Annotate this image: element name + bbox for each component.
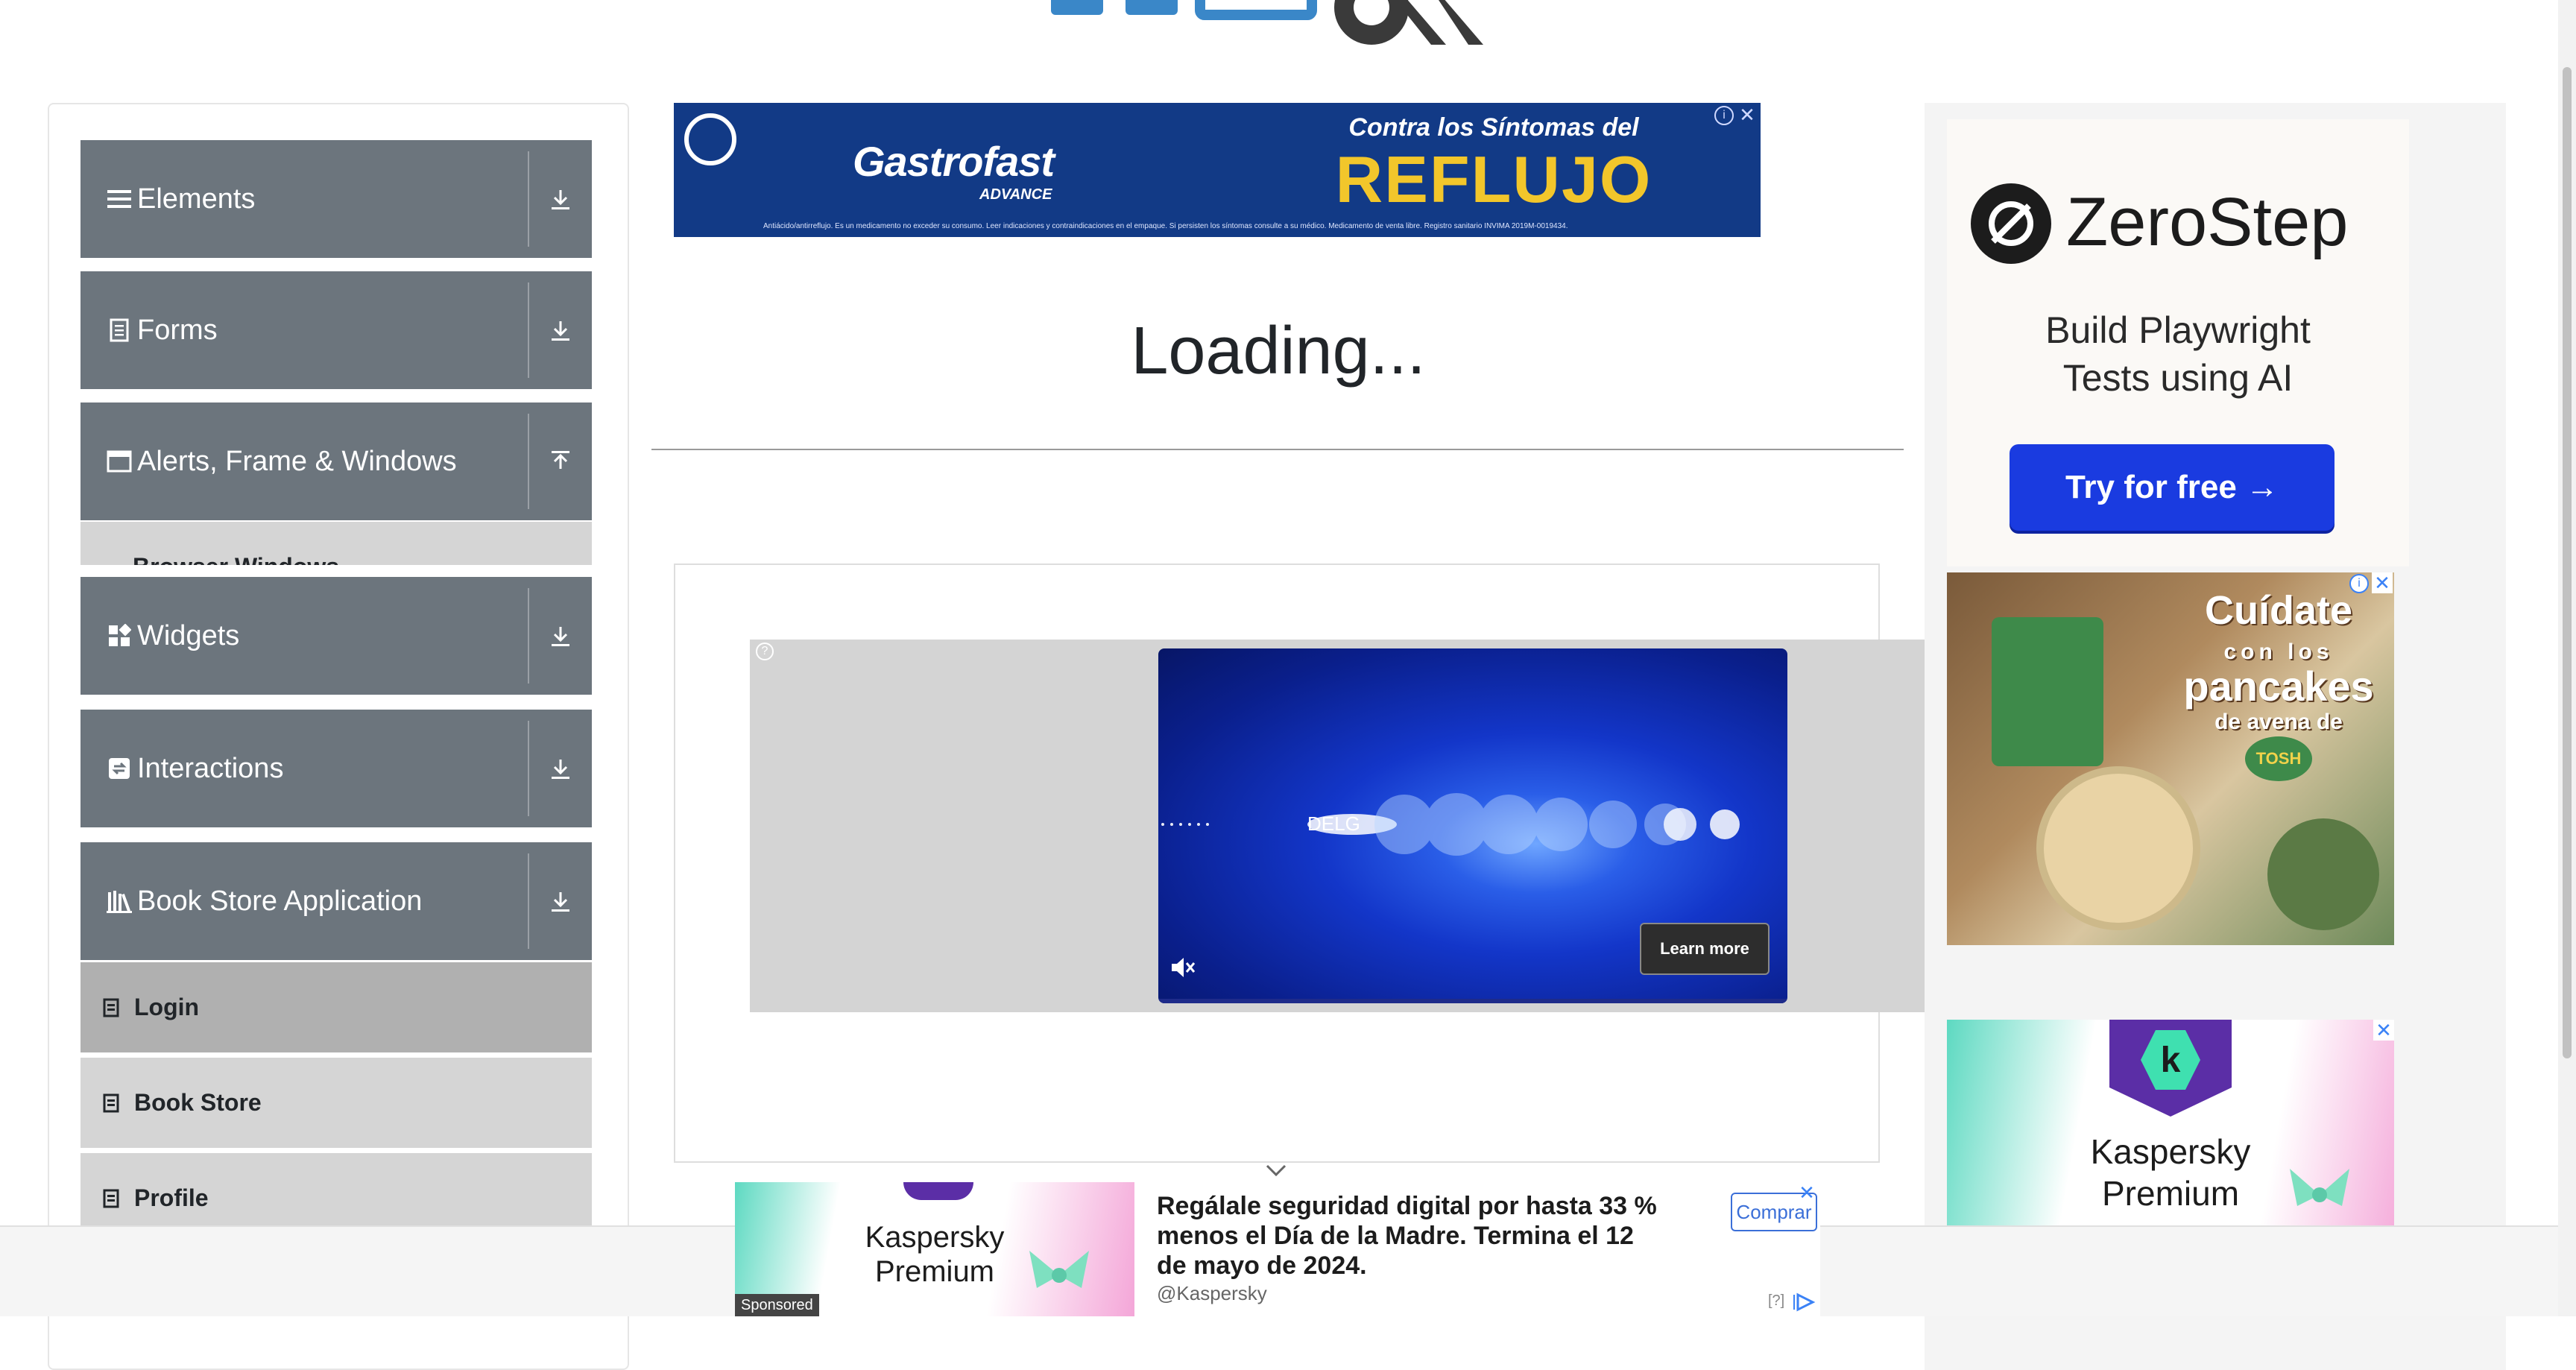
book-icon (103, 1093, 122, 1113)
zerostep-tagline-line2: Tests using AI (2062, 357, 2294, 399)
tosh-brand-badge: TOSH (2245, 736, 2312, 781)
sidebar-group-interactions[interactable]: Interactions (80, 710, 592, 827)
download-arrow-icon[interactable] (529, 624, 592, 648)
download-arrow-icon[interactable] (529, 187, 592, 211)
sidebar-group-label: Interactions (137, 752, 284, 784)
banner-brand-sub: ADVANCE (979, 186, 1052, 203)
hamburger-icon (106, 186, 133, 212)
sidebar-group-elements[interactable]: Elements (80, 140, 592, 258)
sidebar-item-label: Browser Windows (133, 553, 339, 565)
ad-info-icon[interactable]: i (1714, 106, 1734, 125)
document-icon (106, 317, 133, 344)
pancake-plate-image (2036, 766, 2200, 930)
window-icon (106, 448, 133, 475)
banner-headline-top: Contra los Síntomas del (1348, 113, 1639, 142)
sponsored-label: Sponsored (735, 1294, 819, 1316)
zerostep-tagline-line1: Build Playwright (2045, 309, 2311, 351)
book-icon (103, 1189, 122, 1208)
site-logo[interactable] (1051, 0, 1528, 54)
ad-close-icon[interactable]: ✕ (2373, 1020, 2394, 1041)
kaspersky-logo-icon (903, 1182, 973, 1200)
sidebar-item-label: Login (134, 994, 200, 1020)
gift-bow-icon (1018, 1242, 1100, 1309)
book-icon (103, 998, 122, 1017)
sidebar-group-label: Elements (137, 183, 256, 215)
download-arrow-icon[interactable] (529, 318, 592, 342)
banner-brand: Gastrofast (853, 138, 1055, 185)
sidebar-group-label: Forms (137, 314, 218, 346)
sidebar-group-label: Book Store Application (137, 885, 423, 917)
ad-info-icon[interactable]: i (2349, 574, 2369, 593)
interactions-icon (106, 755, 133, 782)
bottom-ad-handle: @Kaspersky (1157, 1282, 1267, 1304)
tosh-line1: Cuídate (2204, 588, 2353, 633)
tosh-line4: de avena de (2214, 710, 2343, 734)
kaspersky-bottom-ad[interactable]: Kaspersky Premium Sponsored Regálale seg… (735, 1182, 1820, 1316)
sidebar-item-book-store[interactable]: Book Store (80, 1055, 592, 1148)
scrollbar-thumb[interactable] (2563, 67, 2572, 1058)
sidebar-item-browser-windows[interactable]: Browser Windows (80, 522, 592, 565)
sidebar-group-label: Widgets (137, 619, 240, 651)
mute-icon[interactable] (1169, 954, 1196, 985)
ad-close-icon[interactable]: ✕ (1796, 1182, 1817, 1203)
banner-ad[interactable]: Gastrofast ADVANCE Contra los Síntomas d… (674, 103, 1761, 237)
bottom-ad-headline: Regálale seguridad digital por hasta 33 … (1157, 1192, 1657, 1280)
upload-arrow-icon[interactable] (529, 449, 592, 473)
tosh-pancake-ad[interactable]: Cuídate con los pancakes de avena de TOS… (1947, 572, 2394, 945)
adchoices-icon[interactable] (1793, 1292, 1816, 1312)
learn-more-button[interactable]: Learn more (1640, 923, 1770, 975)
sidebar-item-label: Profile (134, 1184, 209, 1211)
sidebar-group-book-store-application[interactable]: Book Store Application (80, 842, 592, 960)
video-progress-bar[interactable] (1158, 999, 1787, 1003)
tosh-line2: con los (2223, 640, 2334, 664)
books-icon (106, 888, 133, 915)
collapse-chevron-icon[interactable] (1263, 1158, 1289, 1181)
banner-fine-print: Antiácido/antirreflujo. Es un medicament… (763, 222, 1568, 230)
ad-close-icon[interactable]: ✕ (1737, 104, 1758, 125)
ad-close-icon[interactable]: ✕ (2372, 572, 2393, 593)
divider (651, 449, 1904, 450)
widgets-icon (106, 622, 133, 649)
sidebar-item-login[interactable]: Login (80, 960, 592, 1052)
sidebar-group-alerts-frame-windows[interactable]: Alerts, Frame & Windows (80, 403, 592, 520)
gift-bow-icon (2275, 1161, 2364, 1228)
download-arrow-icon[interactable] (529, 757, 592, 780)
kaspersky-logo-icon: k (2109, 1020, 2232, 1117)
brand-logo-icon (684, 113, 736, 165)
video-overlay-text: DELG (1307, 812, 1360, 835)
product-bag-image (1992, 617, 2103, 766)
tosh-line3: pancakes (2183, 663, 2374, 710)
try-for-free-button[interactable]: Try for free → (2010, 444, 2334, 531)
sidebar-group-widgets[interactable]: Widgets (80, 577, 592, 695)
zerostep-logo-icon (1971, 183, 2051, 264)
sidebar-item-label: Book Store (134, 1089, 262, 1116)
kaspersky-ad-visual: Kaspersky Premium Sponsored (735, 1182, 1134, 1316)
sidebar-group-label: Alerts, Frame & Windows (137, 445, 457, 477)
download-arrow-icon[interactable] (529, 889, 592, 913)
sidebar-group-forms[interactable]: Forms (80, 271, 592, 389)
banner-headline: REFLUJO (1335, 142, 1652, 216)
help-icon[interactable]: ? (756, 643, 774, 660)
zerostep-brand: ZeroStep (2066, 184, 2349, 260)
loading-text: Loading... (1131, 314, 1426, 388)
strawberry-bowl-image (2267, 818, 2379, 930)
zerostep-ad[interactable]: ZeroStep Build Playwright Tests using AI… (1947, 119, 2409, 566)
ad-help-link[interactable]: [?] (1768, 1292, 1784, 1310)
